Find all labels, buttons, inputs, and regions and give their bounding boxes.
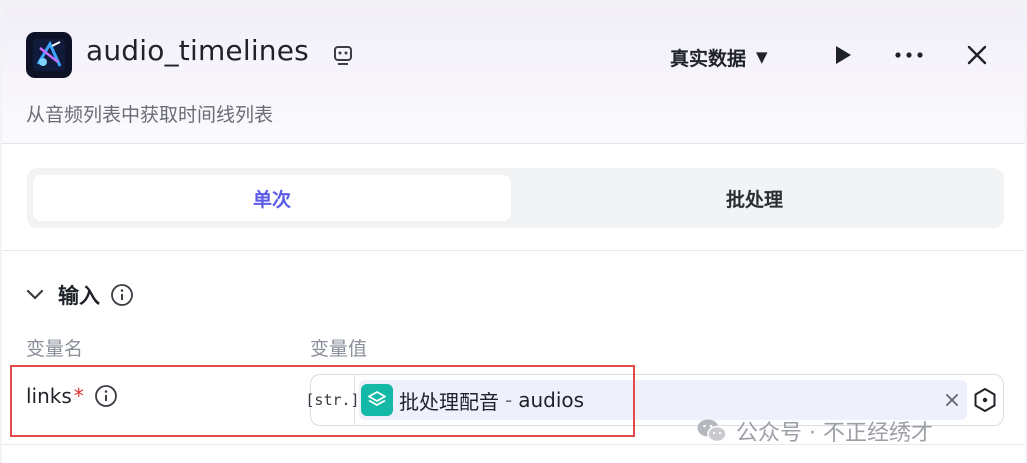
panel-header: audio_timelines 从音频列表中获取时间线列表 真实数据 ▼ <box>2 8 1025 144</box>
tab-single[interactable]: 单次 <box>33 175 511 221</box>
caret-down-icon: ▼ <box>756 48 768 66</box>
node-config-panel: audio_timelines 从音频列表中获取时间线列表 真实数据 ▼ 单次 … <box>2 8 1025 463</box>
play-icon <box>836 46 851 64</box>
annotation-highlight-box <box>10 365 635 437</box>
close-icon <box>967 45 987 65</box>
node-description: 从音频列表中获取时间线列表 <box>26 104 274 126</box>
variable-picker-button[interactable] <box>971 386 999 414</box>
tab-batch[interactable]: 批处理 <box>511 175 998 221</box>
clear-button[interactable] <box>941 387 963 413</box>
watermark: 公众号 · 不正经绣才 <box>696 414 933 448</box>
audio-visual-app-icon <box>26 32 72 78</box>
variable-value-column-header: 变量值 <box>310 338 368 360</box>
watermark-text: 公众号 · 不正经绣才 <box>736 421 933 446</box>
input-section-header[interactable]: 输入 <box>26 280 134 310</box>
run-button[interactable] <box>826 38 860 72</box>
info-icon[interactable] <box>110 283 134 307</box>
close-button[interactable] <box>960 38 994 72</box>
section-divider <box>2 250 1025 251</box>
close-icon <box>946 394 958 406</box>
variable-hexagon-icon <box>974 388 996 412</box>
more-icon <box>895 52 923 58</box>
variable-name-column-header: 变量名 <box>26 338 84 360</box>
input-section-title: 输入 <box>58 284 100 308</box>
node-title: audio_timelines <box>86 34 309 67</box>
chevron-down-icon <box>26 289 44 300</box>
data-mode-label: 真实数据 <box>670 47 747 70</box>
wechat-icon <box>697 419 727 443</box>
run-mode-tabs: 单次 批处理 <box>27 168 1004 228</box>
more-options-button[interactable] <box>892 38 926 72</box>
data-mode-dropdown[interactable]: 真实数据 ▼ <box>670 42 768 72</box>
ui-view-icon[interactable] <box>332 44 354 66</box>
